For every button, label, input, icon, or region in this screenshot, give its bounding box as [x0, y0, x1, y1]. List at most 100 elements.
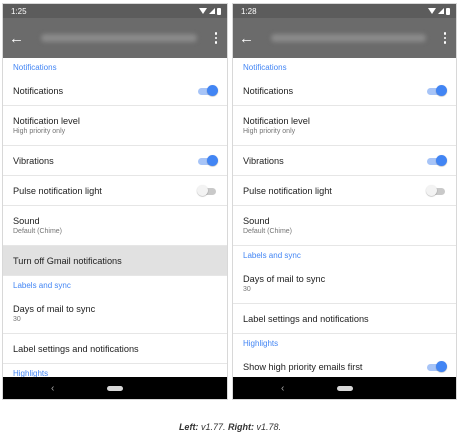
setting-row-notification-level[interactable]: Notification level High priority only — [3, 106, 227, 146]
blurred-account-title — [271, 34, 426, 42]
toggle-thumb — [436, 85, 447, 96]
right-phone-screen: 1:28 ← Notifications Notifications Notific… — [233, 4, 456, 399]
toggle-thumb — [426, 185, 437, 196]
nav-home-icon[interactable] — [107, 385, 123, 391]
caption-left-label: Left: — [178, 422, 199, 432]
toggle-switch-on[interactable] — [197, 85, 218, 96]
more-vert-icon[interactable] — [211, 32, 221, 44]
toggle-switch-on[interactable] — [426, 85, 447, 96]
caption-left-version: v1.77. — [200, 422, 226, 432]
setting-row-vibrations[interactable]: Vibrations — [3, 146, 227, 176]
setting-text: Label settings and notifications — [243, 314, 369, 324]
navigation-bar: ‹ — [3, 377, 227, 399]
setting-row-notifications[interactable]: Notifications — [233, 76, 456, 106]
signal-icon — [438, 8, 444, 14]
setting-text: Show high priority emails first — [243, 362, 362, 372]
arrow-back-icon[interactable]: ← — [9, 30, 27, 47]
wifi-icon — [428, 8, 436, 14]
status-time: 1:28 — [241, 6, 257, 16]
settings-list: Notifications Notifications Notification l… — [233, 58, 456, 382]
toggle-switch-on[interactable] — [197, 155, 218, 166]
setting-text: Pulse notification light — [13, 186, 102, 196]
setting-label: Notifications — [243, 85, 294, 96]
nav-home-icon[interactable] — [336, 385, 353, 391]
status-icons — [428, 7, 450, 15]
status-bar: 1:28 — [233, 4, 456, 18]
setting-text: Days of mail to sync 30 — [243, 274, 325, 293]
setting-summary: Default (Chime) — [243, 228, 293, 235]
setting-row-pulse-notification-light[interactable]: Pulse notification light — [233, 176, 456, 206]
toggle-thumb — [436, 155, 447, 166]
toggle-switch-off[interactable] — [197, 185, 217, 196]
setting-text: Notification level High priority only — [13, 116, 80, 135]
setting-row-turn-off-gmail-notifications[interactable]: Turn off Gmail notifications — [3, 246, 227, 276]
setting-row-pulse-notification-light[interactable]: Pulse notification light — [3, 176, 227, 206]
signal-icon — [209, 8, 215, 14]
setting-label: Label settings and notifications — [243, 313, 369, 324]
section-header-highlights: Highlights — [243, 339, 279, 348]
battery-icon — [217, 7, 221, 15]
status-icons — [199, 7, 221, 15]
setting-text: Days of mail to sync 30 — [13, 304, 95, 323]
setting-summary: 30 — [243, 286, 251, 293]
setting-text: Notifications — [13, 86, 63, 96]
blurred-account-title — [41, 34, 197, 42]
app-bar: ← — [3, 18, 227, 58]
toggle-switch-on[interactable] — [426, 155, 447, 166]
caption-right-version: v1.78. — [256, 422, 282, 432]
setting-summary: 30 — [13, 316, 21, 323]
status-bar: 1:25 — [3, 4, 227, 18]
setting-text: Sound Default (Chime) — [243, 216, 292, 235]
more-vert-icon[interactable] — [440, 32, 450, 44]
setting-label: Days of mail to sync — [243, 274, 326, 284]
setting-summary: High priority only — [243, 128, 296, 135]
toggle-thumb — [197, 185, 208, 196]
caption-right-label: Right: — [228, 422, 254, 432]
section-header-notifications: Notifications — [243, 63, 287, 72]
setting-row-notification-level[interactable]: Notification level High priority only — [233, 106, 456, 146]
setting-row-label-settings-and-notifications[interactable]: Label settings and notifications — [233, 304, 456, 334]
setting-row-vibrations[interactable]: Vibrations — [233, 146, 456, 176]
setting-label: Sound — [243, 216, 270, 226]
navigation-bar: ‹ — [233, 377, 456, 399]
setting-row-days-of-mail-to-sync[interactable]: Days of mail to sync 30 — [3, 294, 227, 334]
setting-text: Sound Default (Chime) — [13, 216, 62, 235]
toggle-thumb — [207, 85, 218, 96]
status-time: 1:25 — [11, 6, 27, 16]
setting-summary: Default (Chime) — [13, 228, 63, 235]
setting-label: Days of mail to sync — [13, 304, 96, 314]
setting-text: Notifications — [243, 86, 293, 96]
setting-label: Notifications — [13, 85, 64, 96]
setting-text: Turn off Gmail notifications — [13, 256, 122, 266]
setting-label: Show high priority emails first — [243, 361, 363, 372]
setting-text: Vibrations — [13, 156, 54, 166]
setting-label: Turn off Gmail notifications — [13, 255, 122, 266]
nav-back-icon[interactable]: ‹ — [51, 383, 54, 394]
setting-summary: High priority only — [13, 128, 66, 135]
wifi-icon — [199, 8, 207, 14]
setting-row-label-settings-and-notifications[interactable]: Label settings and notifications — [3, 334, 227, 364]
setting-row-sound[interactable]: Sound Default (Chime) — [3, 206, 227, 246]
setting-text: Vibrations — [243, 156, 284, 166]
toggle-switch-on[interactable] — [426, 361, 447, 372]
setting-row-sound[interactable]: Sound Default (Chime) — [233, 206, 456, 246]
battery-icon — [446, 7, 450, 15]
section-header-labels-and-sync: Labels and sync — [13, 281, 71, 290]
settings-list: Notifications Notifications Notification l… — [3, 58, 227, 382]
left-phone-screen: 1:25 ← Notifications Notifications Notific… — [3, 4, 227, 399]
toggle-switch-off[interactable] — [426, 185, 446, 196]
setting-label: Vibrations — [13, 155, 54, 166]
arrow-back-icon[interactable]: ← — [239, 30, 257, 47]
section-header-notifications: Notifications — [13, 63, 57, 72]
figure-caption: Left: v1.77. Right: v1.78. — [0, 422, 460, 432]
setting-label: Pulse notification light — [243, 185, 332, 196]
nav-back-icon[interactable]: ‹ — [281, 383, 284, 394]
setting-text: Pulse notification light — [243, 186, 332, 196]
toggle-thumb — [436, 361, 447, 372]
setting-label: Sound — [13, 216, 40, 226]
toggle-thumb — [207, 155, 218, 166]
setting-label: Notification level — [13, 116, 80, 126]
setting-row-notifications[interactable]: Notifications — [3, 76, 227, 106]
setting-label: Pulse notification light — [13, 185, 102, 196]
setting-row-days-of-mail-to-sync[interactable]: Days of mail to sync 30 — [233, 264, 456, 304]
